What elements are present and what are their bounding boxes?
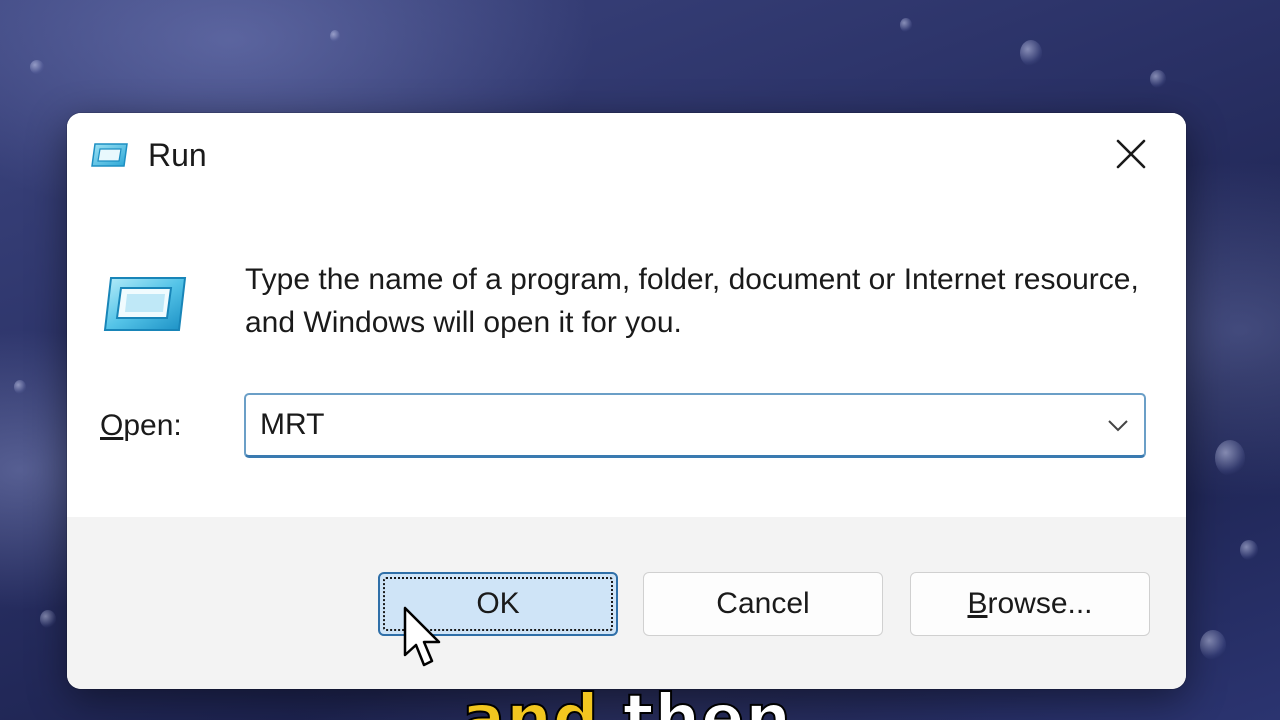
raindrop <box>900 18 912 32</box>
dialog-body: Type the name of a program, folder, docu… <box>67 198 1186 517</box>
browse-button-label: rowse... <box>987 587 1093 620</box>
title-bar[interactable]: Run <box>67 113 1186 198</box>
cancel-button-label: Cancel <box>716 587 810 620</box>
caption-word-highlight: and <box>461 686 600 720</box>
raindrop <box>30 60 44 74</box>
run-program-icon <box>103 277 187 331</box>
raindrop <box>1215 440 1245 476</box>
open-label-accesskey: O <box>100 409 124 442</box>
close-button[interactable] <box>1098 131 1164 177</box>
browse-accesskey: B <box>967 587 988 620</box>
run-dialog: Run Type the name of a program, folder, … <box>67 113 1186 689</box>
instruction-text: Type the name of a program, folder, docu… <box>245 263 1139 339</box>
raindrop <box>1200 630 1226 660</box>
open-label: Open: <box>100 402 182 450</box>
close-icon <box>1116 139 1146 169</box>
open-label-text: pen: <box>123 409 182 442</box>
video-caption: and then <box>0 686 1280 720</box>
button-bar: OK Cancel Browse... <box>67 517 1186 689</box>
raindrop <box>1020 40 1042 66</box>
dialog-title: Run <box>148 137 207 173</box>
browse-button[interactable]: Browse... <box>910 572 1150 636</box>
chevron-down-icon[interactable] <box>1104 413 1132 437</box>
raindrop <box>40 610 56 628</box>
raindrop <box>14 380 26 394</box>
caption-word: then <box>622 686 792 720</box>
raindrop <box>1150 70 1166 88</box>
cancel-button[interactable]: Cancel <box>643 572 883 636</box>
raindrop <box>1240 540 1258 560</box>
open-combobox[interactable] <box>244 393 1146 458</box>
ok-button-label: OK <box>476 587 520 620</box>
run-icon <box>91 143 128 167</box>
raindrop <box>330 30 340 42</box>
open-input[interactable] <box>260 395 1080 455</box>
mouse-pointer-icon <box>403 606 441 667</box>
